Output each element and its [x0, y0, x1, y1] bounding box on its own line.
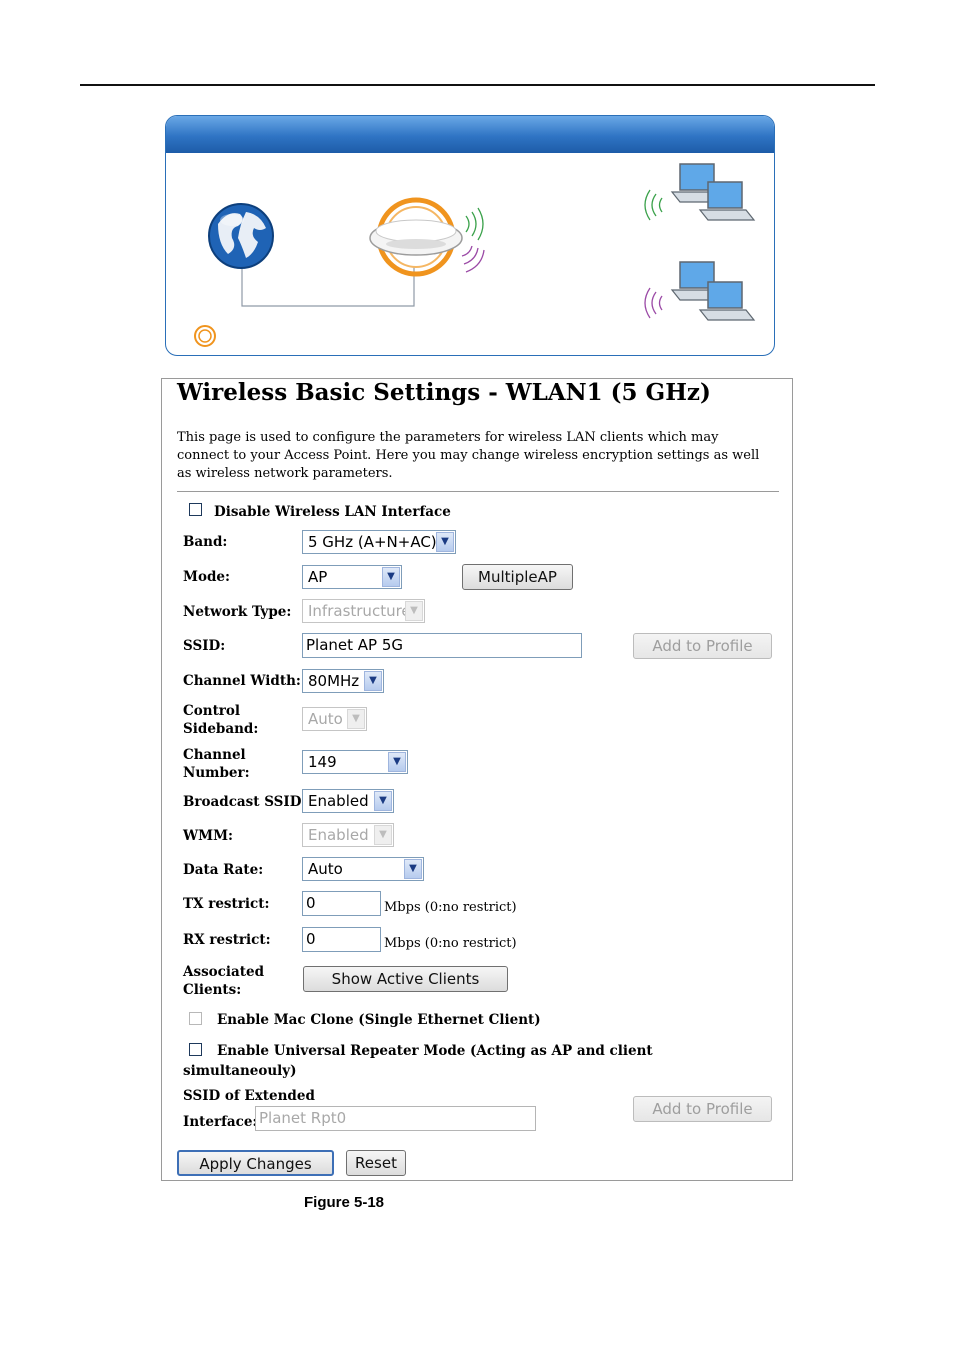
laptop-icon — [670, 163, 756, 221]
mode-select[interactable]: AP ▼ — [302, 565, 402, 589]
network-type-label: Network Type: — [183, 604, 292, 620]
associated-clients-label-line2: Clients: — [183, 982, 242, 998]
ssid-input[interactable]: Planet AP 5G — [302, 633, 582, 658]
mac-clone-label: Enable Mac Clone (Single Ethernet Client… — [217, 1012, 541, 1028]
client-signal-purple — [644, 287, 663, 319]
universal-repeater-checkbox[interactable] — [189, 1043, 202, 1056]
channel-number-value: 149 — [308, 753, 337, 771]
chevron-down-icon: ▼ — [404, 859, 422, 879]
chevron-down-icon: ▼ — [436, 532, 454, 552]
tx-restrict-input[interactable]: 0 — [302, 891, 381, 916]
ssid-add-to-profile-button[interactable]: Add to Profile — [633, 633, 772, 659]
universal-repeater-label-line1: Enable Universal Repeater Mode (Acting a… — [217, 1043, 653, 1059]
channel-number-label-line2: Number: — [183, 765, 250, 781]
globe-icon — [208, 203, 274, 269]
channel-width-select[interactable]: 80MHz ▼ — [302, 669, 384, 693]
rx-restrict-input[interactable]: 0 — [302, 927, 381, 952]
ring-logo-icon — [194, 325, 216, 347]
broadcast-ssid-label: Broadcast SSID: — [183, 794, 307, 810]
page-description: This page is used to configure the param… — [177, 430, 760, 481]
wmm-label: WMM: — [183, 828, 234, 844]
control-sideband-label-line2: Sideband: — [183, 721, 259, 737]
universal-repeater-label-line2: simultaneouly) — [183, 1063, 297, 1079]
data-rate-value: Auto — [308, 860, 343, 878]
disable-wlan-label: Disable Wireless LAN Interface — [214, 504, 451, 520]
channel-width-value: 80MHz — [308, 672, 360, 690]
network-type-value: Infrastructure — [308, 602, 411, 620]
wireless-basic-settings-panel: Wireless Basic Settings - WLAN1 (5 GHz) … — [161, 378, 793, 1181]
chevron-down-icon: ▼ — [364, 671, 382, 691]
channel-width-label: Channel Width: — [183, 673, 301, 689]
extended-ssid-input[interactable]: Planet Rpt0 — [255, 1106, 536, 1131]
mode-label: Mode: — [183, 569, 230, 585]
wmm-value: Enabled — [308, 826, 369, 844]
rx-restrict-label: RX restrict: — [183, 932, 271, 948]
broadcast-ssid-select[interactable]: Enabled ▼ — [302, 789, 394, 813]
client-signal-green — [644, 189, 663, 221]
wifi-signal-icon — [461, 207, 485, 273]
channel-number-select[interactable]: 149 ▼ — [302, 750, 408, 774]
connection-line — [241, 266, 415, 307]
data-rate-select[interactable]: Auto ▼ — [302, 857, 424, 881]
channel-number-label-line1: Channel — [183, 747, 246, 763]
chevron-down-icon: ▼ — [405, 601, 423, 621]
band-label: Band: — [183, 534, 228, 550]
control-sideband-select[interactable]: Auto ▼ — [302, 707, 367, 731]
extended-add-to-profile-button[interactable]: Add to Profile — [633, 1096, 772, 1122]
reset-button[interactable]: Reset — [346, 1150, 406, 1176]
control-sideband-value: Auto — [308, 710, 343, 728]
tx-restrict-label: TX restrict: — [183, 896, 270, 912]
apply-changes-button[interactable]: Apply Changes — [177, 1150, 334, 1176]
control-sideband-label-line1: Control — [183, 703, 241, 719]
page-title: Wireless Basic Settings - WLAN1 (5 GHz) — [177, 379, 711, 406]
data-rate-label: Data Rate: — [183, 862, 264, 878]
chevron-down-icon: ▼ — [374, 791, 392, 811]
figure-caption: Figure 5-18 — [304, 1194, 385, 1211]
network-diagram — [194, 163, 756, 347]
band-select[interactable]: 5 GHz (A+N+AC) ▼ — [302, 530, 456, 554]
wmm-select[interactable]: Enabled ▼ — [302, 823, 394, 847]
disable-wlan-checkbox[interactable] — [189, 503, 202, 516]
chevron-down-icon: ▼ — [347, 709, 365, 729]
broadcast-ssid-value: Enabled — [308, 792, 369, 810]
rx-restrict-unit: Mbps (0:no restrict) — [384, 936, 517, 951]
page-top-rule — [80, 84, 875, 86]
associated-clients-label-line1: Associated — [183, 964, 265, 980]
mode-value: AP — [308, 568, 328, 586]
chevron-down-icon: ▼ — [388, 752, 406, 772]
multiple-ap-button[interactable]: MultipleAP — [462, 564, 573, 590]
chevron-down-icon: ▼ — [374, 825, 392, 845]
show-active-clients-button[interactable]: Show Active Clients — [303, 966, 508, 992]
tx-restrict-unit: Mbps (0:no restrict) — [384, 900, 517, 915]
chevron-down-icon: ▼ — [382, 567, 400, 587]
access-point-icon — [369, 197, 463, 277]
divider — [177, 491, 779, 492]
laptop-icon — [670, 261, 756, 321]
extended-ssid-label-line2: Interface: — [183, 1114, 258, 1130]
network-banner — [165, 115, 775, 356]
extended-ssid-label-line1: SSID of Extended — [183, 1088, 315, 1104]
band-value: 5 GHz (A+N+AC) — [308, 533, 437, 551]
ssid-label: SSID: — [183, 638, 226, 654]
mac-clone-checkbox[interactable] — [189, 1012, 202, 1025]
network-type-select[interactable]: Infrastructure ▼ — [302, 599, 425, 623]
